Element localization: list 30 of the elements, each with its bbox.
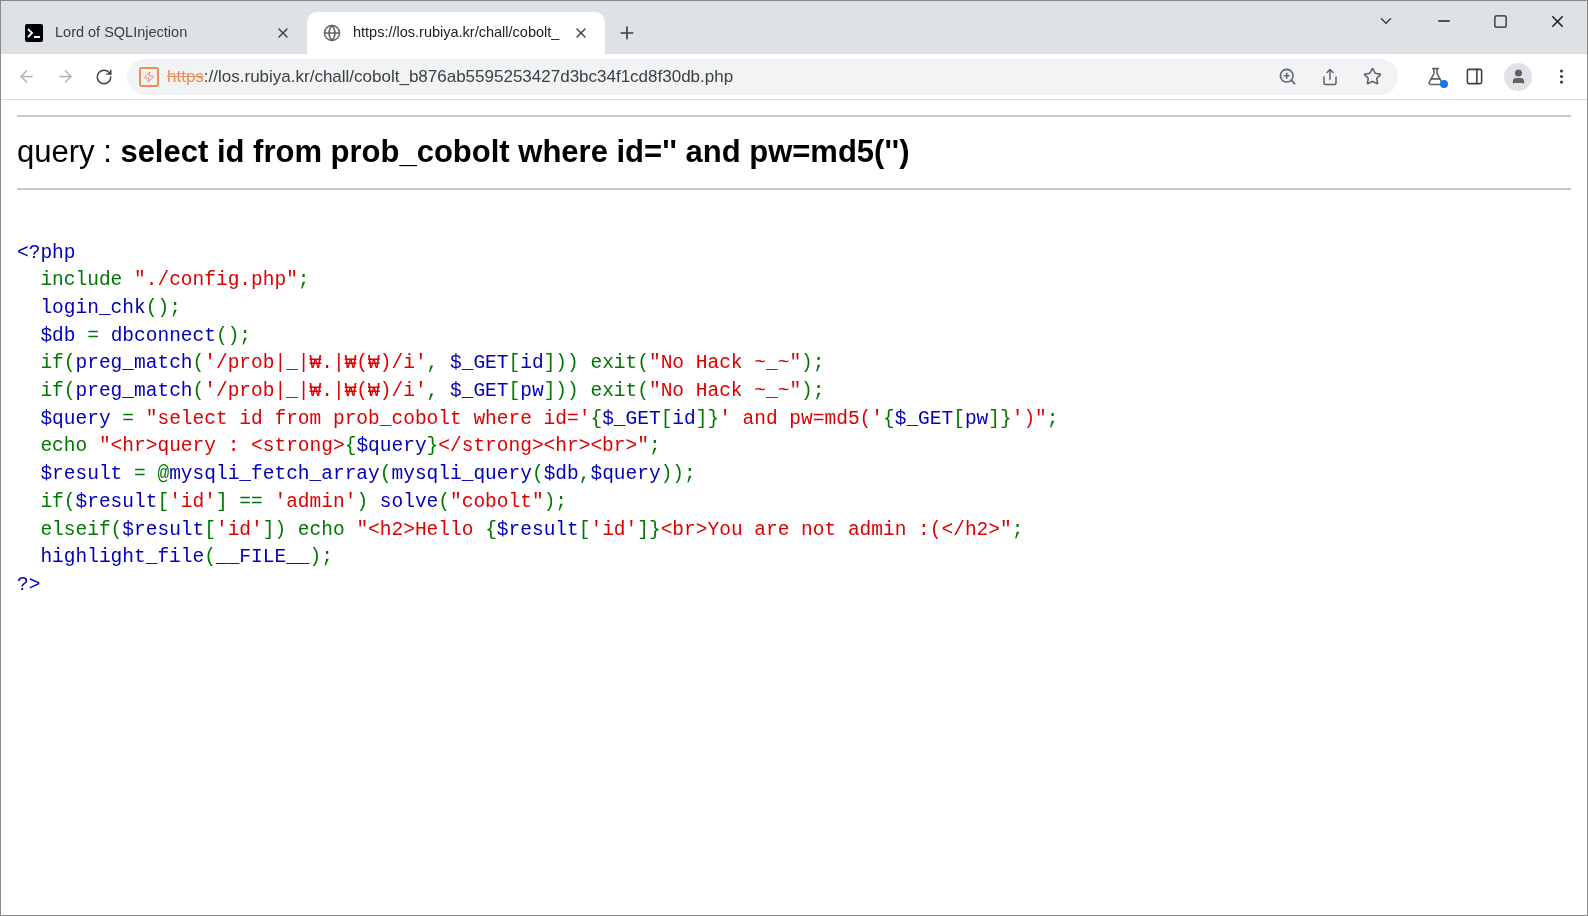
- code-line: if($result['id'] == 'admin') solve("cobolt");: [39, 489, 568, 515]
- maximize-icon[interactable]: [1493, 13, 1508, 29]
- code-line: if(preg_match('/prob|_|₩.|₩(₩)/i', $_GET[pw])) exit("No Hack ~_~");: [39, 379, 825, 404]
- code-line: $result = @mysqli_fetch_array(mysqli_query($db,$query));: [39, 462, 696, 488]
- code-line: echo "<hr>query : <strong>{$query}</strong><hr><br>";: [39, 434, 661, 460]
- share-icon[interactable]: [1321, 67, 1339, 86]
- code-line: if(preg_match('/prob|_|₩.|₩(₩)/i', $_GET[id])) exit("No Hack ~_~");: [39, 351, 825, 377]
- code-line: login_chk();: [39, 295, 181, 321]
- code-line: include "./config.php";: [39, 268, 310, 294]
- globe-icon: [323, 24, 341, 42]
- bookmark-star-icon[interactable]: [1363, 67, 1382, 86]
- browser-tab[interactable]: Lord of SQLInjection: [9, 12, 307, 54]
- code-line: highlight_file(__FILE__);: [39, 545, 333, 571]
- code-line: elseif($result['id']) echo "<h2>Hello {$result['id']}<br>You are not admin :(</h2>";: [39, 517, 1024, 543]
- tab-title: https://los.rubiya.kr/chall/cobolt_: [353, 23, 561, 43]
- code-line: <?php: [17, 240, 76, 266]
- side-panel-icon[interactable]: [1465, 67, 1484, 86]
- zoom-icon[interactable]: [1278, 67, 1297, 86]
- address-bar[interactable]: https://los.rubiya.kr/chall/cobolt_b876ab5595253427d3bc34f1cd8f30db.php: [127, 58, 1398, 95]
- query-heading: query : select id from prob_cobolt where id='' and pw=md5(''): [17, 133, 911, 171]
- reload-icon[interactable]: [95, 67, 113, 86]
- code-line: ?>: [17, 572, 41, 598]
- code-line: $query = "select id from prob_cobolt where id='{$_GET[id]}' and pw=md5('{$_GET[pw]}')";: [39, 406, 1059, 432]
- tab-title: Lord of SQLInjection: [55, 23, 189, 43]
- browser-tab[interactable]: https://los.rubiya.kr/chall/cobolt_: [307, 12, 605, 54]
- url-text: https://los.rubiya.kr/chall/cobolt_b876ab5595253427d3bc34f1cd8f30db.php: [167, 65, 735, 88]
- code-line: $db = dbconnect();: [39, 323, 252, 349]
- flask-icon[interactable]: [1426, 67, 1445, 86]
- profile-avatar[interactable]: [1504, 62, 1532, 91]
- terminal-icon: [25, 24, 43, 42]
